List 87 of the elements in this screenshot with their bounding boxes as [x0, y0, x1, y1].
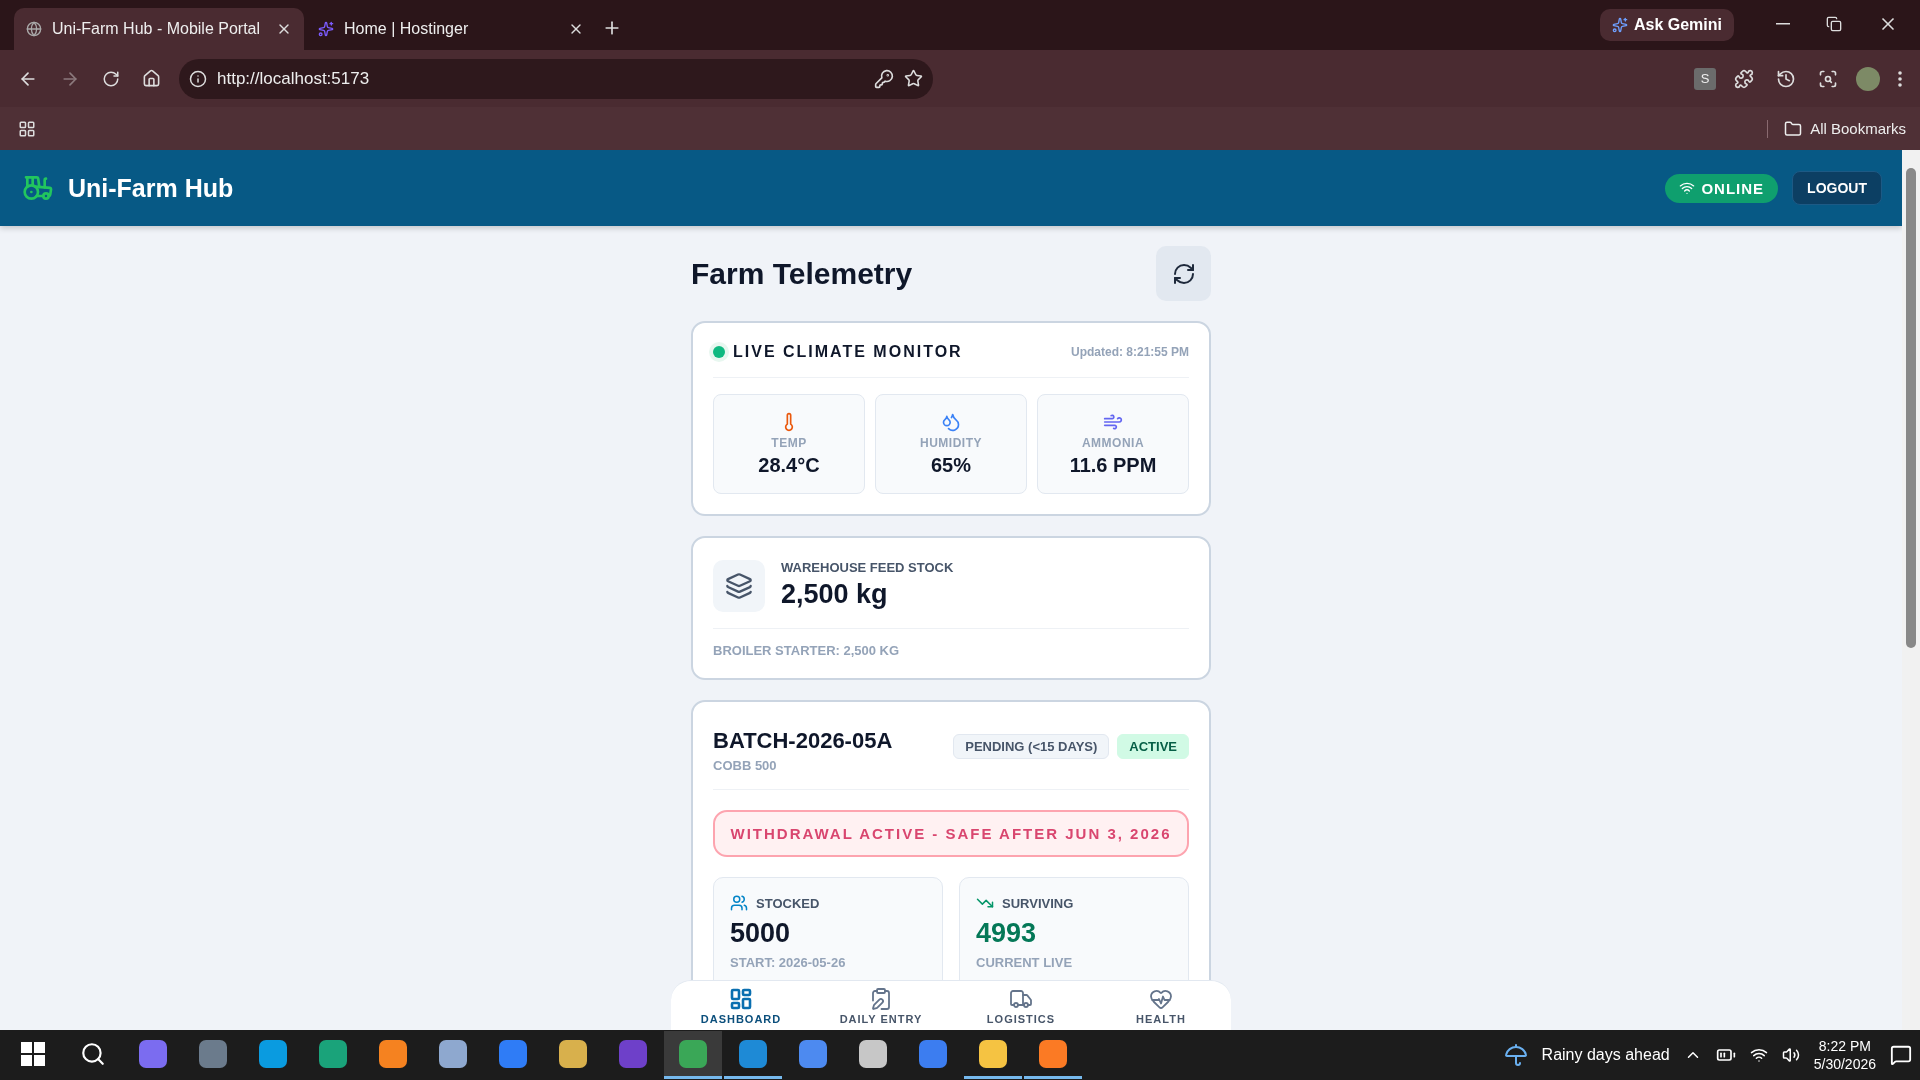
metric-value: 28.4°C — [758, 453, 820, 477]
browser-tab[interactable]: Uni-Farm Hub - Mobile Portal — [14, 8, 304, 50]
nav-item[interactable]: DAILY ENTRY — [811, 981, 951, 1030]
app-icon — [1039, 1039, 1067, 1068]
grid-icon — [18, 119, 36, 138]
globe-icon — [26, 21, 42, 37]
status-tag: ACTIVE — [1117, 734, 1189, 759]
app-icon — [799, 1039, 827, 1068]
all-bookmarks-link[interactable]: All Bookmarks — [1767, 119, 1906, 138]
app-icon — [679, 1039, 707, 1068]
clipboard-icon — [869, 986, 893, 1011]
refresh-icon — [1171, 261, 1196, 286]
stat-label: SURVIVING — [1002, 895, 1074, 911]
history-icon — [1776, 68, 1796, 89]
nav-item[interactable]: DASHBOARD — [671, 981, 811, 1030]
windows-icon — [21, 1041, 45, 1066]
avatar[interactable] — [1856, 66, 1880, 91]
app-icon — [139, 1039, 167, 1068]
withdrawal-alert: WITHDRAWAL ACTIVE - SAFE AFTER JUN 3, 2026 — [713, 810, 1189, 857]
stat-value: 4993 — [976, 918, 1038, 949]
app-icon — [919, 1039, 947, 1068]
metric-label: HUMIDITY — [920, 435, 982, 450]
feed-value: 2,500 kg — [781, 579, 889, 610]
browser-tab[interactable]: Home | Hostinger — [306, 8, 596, 50]
refresh-button[interactable] — [1156, 246, 1211, 301]
weather-text[interactable]: Rainy days ahead — [1541, 1046, 1670, 1064]
batch-id: BATCH-2026-05A — [713, 728, 894, 754]
wifi-icon[interactable] — [1749, 1046, 1768, 1064]
app-icon — [259, 1039, 287, 1068]
search-icon — [80, 1040, 106, 1067]
app-icon — [499, 1039, 527, 1068]
batch-breed: COBB 500 — [713, 758, 778, 773]
metric-value: 11.6 PPM — [1069, 453, 1157, 477]
taskbar-app[interactable] — [664, 1031, 722, 1079]
app-icon — [319, 1039, 347, 1068]
nav-item[interactable]: HEALTH — [1091, 981, 1231, 1030]
wifi-icon — [1679, 180, 1696, 196]
key-icon[interactable] — [873, 68, 894, 89]
updated-time: Updated: 8:21:55 PM — [1070, 345, 1189, 359]
metric-label: AMMONIA — [1081, 435, 1145, 450]
card-title: LIVE CLIMATE MONITOR — [733, 343, 964, 361]
feed-detail: BROILER STARTER: 2,500 KG — [713, 643, 901, 658]
address-bar[interactable]: http://localhost:5173 — [179, 58, 933, 99]
app-icon — [979, 1039, 1007, 1068]
app-icon — [739, 1039, 767, 1068]
gemini-button[interactable]: Ask Gemini — [1599, 9, 1734, 41]
feed-label: WAREHOUSE FEED STOCK — [781, 560, 954, 575]
app-icon — [379, 1039, 407, 1068]
live-dot — [713, 346, 725, 358]
stat-note: START: 2026-05-26 — [730, 955, 847, 970]
clock[interactable]: 8:22 PM 5/30/2026 — [1813, 1038, 1876, 1072]
sparkle-icon — [1611, 17, 1628, 33]
restore-icon — [1826, 16, 1842, 32]
brand-title: Uni-Farm Hub — [68, 173, 235, 203]
puzzle-icon — [1734, 68, 1754, 89]
dashboard-icon — [729, 986, 753, 1011]
stat-label: STOCKED — [756, 895, 820, 911]
app-icon — [619, 1039, 647, 1068]
site-icon — [318, 21, 334, 37]
page-title: Farm Telemetry — [691, 256, 913, 291]
stat-note: CURRENT LIVE — [976, 955, 1074, 970]
stat-value: 5000 — [730, 918, 792, 949]
online-status: ONLINE — [1665, 173, 1779, 203]
extension-badge[interactable]: S — [1694, 67, 1716, 90]
logout-button[interactable]: LOGOUT — [1792, 171, 1882, 205]
app-icon — [439, 1039, 467, 1068]
reload-icon — [102, 69, 120, 88]
metric-label: TEMP — [771, 435, 807, 450]
users-icon — [730, 894, 748, 912]
volume-icon[interactable] — [1781, 1046, 1800, 1064]
search-icon — [1818, 68, 1838, 89]
notification-icon[interactable] — [1890, 1044, 1912, 1066]
app-icon — [859, 1039, 887, 1068]
minimize-icon — [1776, 23, 1790, 25]
umbrella-icon[interactable] — [1503, 1043, 1528, 1067]
menu-icon — [1898, 70, 1902, 87]
scrollbar-thumb[interactable] — [1906, 168, 1916, 648]
star-icon[interactable] — [903, 69, 923, 88]
app-icon — [559, 1039, 587, 1068]
app-icon — [199, 1039, 227, 1068]
folder-icon — [1784, 119, 1803, 138]
home-icon — [142, 69, 161, 88]
info-icon[interactable] — [189, 69, 207, 88]
status-tag: PENDING (<15 DAYS) — [953, 734, 1110, 759]
metric-value: 65% — [931, 453, 971, 477]
droplets-icon — [941, 411, 961, 432]
nav-item[interactable]: LOGISTICS — [951, 981, 1091, 1030]
